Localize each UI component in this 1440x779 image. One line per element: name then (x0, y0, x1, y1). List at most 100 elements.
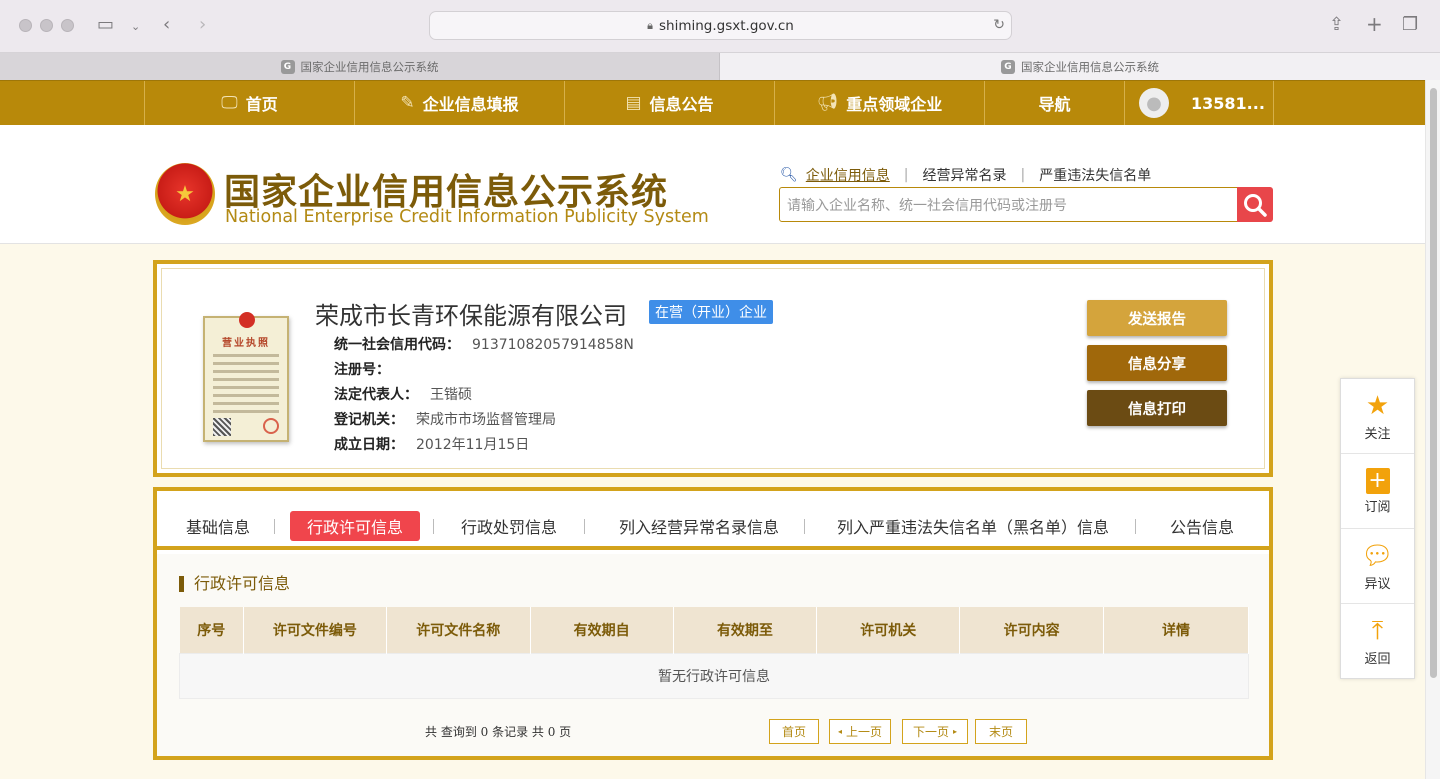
tab-basic-info[interactable]: 基础信息 (175, 511, 261, 541)
objection-button[interactable]: 💬︎ 异议 (1341, 529, 1414, 604)
search-input[interactable]: 请输入企业名称、统一社会信用代码或注册号 (779, 187, 1239, 222)
column-header: 有效期自 (530, 607, 674, 653)
back-icon[interactable]: ‹ (163, 14, 170, 35)
info-credit-code: 统一社会信用代码： 91371082057914858N (334, 337, 634, 353)
nav-label: 首页 (245, 95, 278, 114)
table-header-row: 序号 许可文件编号 许可文件名称 有效期自 有效期至 许可机关 许可内容 详情 (179, 607, 1249, 653)
column-header: 许可机关 (816, 607, 961, 653)
admin-license-section: 行政许可信息 序号 许可文件编号 许可文件名称 有效期自 有效期至 许可机关 许… (157, 554, 1269, 756)
browser-chrome: ▭ ⌄ ‹ › 🔒︎ shiming.gsxt.gov.cn ↻ ⇪ + ❐ G… (0, 0, 1440, 81)
tab-abnormal-list[interactable]: 列入经营异常名录信息 (611, 511, 787, 541)
chat-bubble-icon: 💬︎ (1360, 540, 1394, 571)
nav-label: 重点领域企业 (846, 95, 943, 114)
favicon-icon: G (280, 60, 295, 74)
business-license-image[interactable]: 营业执照 (203, 312, 289, 442)
close-window-button[interactable] (19, 19, 32, 32)
pager-prev-button[interactable]: ◂ 上一页 (829, 719, 891, 744)
share-icon[interactable]: ⇪ (1329, 14, 1344, 35)
nav-item-home[interactable]: 🖵︎ 首页 (144, 81, 354, 125)
sidebar-toggle-icon[interactable]: ▭ (97, 14, 114, 35)
column-header: 许可文件名称 (386, 607, 531, 653)
column-header: 许可文件编号 (243, 607, 387, 653)
scrollbar-thumb[interactable] (1430, 88, 1437, 678)
tab-admin-penalty[interactable]: 行政处罚信息 (453, 511, 565, 541)
column-header: 详情 (1103, 607, 1249, 653)
detail-panel: 基础信息 行政许可信息 行政处罚信息 列入经营异常名录信息 列入严重违法失信名单… (153, 487, 1273, 760)
browser-tab-label: 国家企业信用信息公示系统 (1021, 60, 1159, 74)
send-report-button[interactable]: 发送报告 (1087, 300, 1227, 336)
back-to-top-icon: ⤒ (1371, 616, 1384, 646)
follow-button[interactable]: ★ 关注 (1341, 379, 1414, 454)
nav-item-announcements[interactable]: ▤ 信息公告 (564, 81, 774, 125)
pager-next-button[interactable]: 下一页 ▸ (902, 719, 968, 744)
zoom-window-button[interactable] (61, 19, 74, 32)
nav-user[interactable]: ● 13581... (1124, 81, 1274, 125)
search-button[interactable] (1237, 187, 1273, 222)
favicon-icon: G (1001, 60, 1015, 74)
column-header: 许可内容 (959, 607, 1105, 653)
license-emblem-icon (239, 312, 255, 328)
nav-label: 导航 (1038, 95, 1071, 114)
minimize-window-button[interactable] (40, 19, 53, 32)
star-icon: ★ (1365, 390, 1390, 421)
tab-blacklist[interactable]: 列入严重违法失信名单（黑名单）信息 (833, 511, 1113, 541)
pager-first-button[interactable]: 首页 (769, 719, 819, 744)
monitor-icon: 🖵︎ (221, 93, 238, 113)
search-icon (1244, 193, 1267, 217)
pager-info: 共 查询到 0 条记录 共 0 页 (425, 725, 572, 739)
url-text: shiming.gsxt.gov.cn (658, 17, 794, 34)
nav-item-navigation[interactable]: 导航 (984, 81, 1124, 125)
print-info-button[interactable]: 信息打印 (1087, 390, 1227, 426)
site-header: ★ 国家企业信用信息公示系统 National Enterprise Credi… (0, 125, 1425, 244)
site-nav: 🖵︎ 首页 ✎ 企业信息填报 ▤ 信息公告 📢︎ 重点领域企业 导航 ● 135… (0, 80, 1425, 125)
search-link-abnormal-list[interactable]: 经营异常名录 (923, 165, 1007, 185)
nav-label: 企业信息填报 (422, 95, 519, 114)
reload-icon[interactable]: ↻ (993, 17, 1005, 33)
browser-tab-label: 国家企业信用信息公示系统 (300, 60, 439, 74)
lock-icon: 🔒︎ (647, 18, 653, 32)
new-tab-icon[interactable]: + (1366, 12, 1383, 36)
subscribe-plus-icon: + (1365, 467, 1390, 494)
page-scrollbar[interactable] (1425, 80, 1440, 779)
search-link-blacklist[interactable]: 严重违法失信名单 (1039, 165, 1151, 185)
back-to-top-button[interactable]: ⤒ 返回 (1341, 604, 1414, 679)
column-header: 有效期至 (673, 607, 818, 653)
chevron-left-icon: ◂ (837, 727, 842, 736)
section-title: 行政许可信息 (179, 576, 290, 592)
info-founded-date: 成立日期： 2012年11月15日 (334, 437, 530, 453)
site-title-en: National Enterprise Credit Information P… (225, 207, 709, 227)
info-legal-rep: 法定代表人： 王锴硕 (334, 387, 472, 403)
avatar: ● (1139, 88, 1169, 118)
company-card: 营业执照 荣成市长青环保能源有限公司 在营（开业）企业 统一社会信用代码： 913… (153, 260, 1273, 477)
tab-overview-icon[interactable]: ❐ (1402, 14, 1418, 35)
tab-admin-license[interactable]: 行政许可信息 (290, 511, 420, 541)
subscribe-button[interactable]: + 订阅 (1341, 454, 1414, 529)
pager-last-button[interactable]: 末页 (975, 719, 1027, 744)
nav-item-report[interactable]: ✎ 企业信息填报 (354, 81, 564, 125)
browser-tab-2[interactable]: G 国家企业信用信息公示系统 (720, 53, 1440, 81)
license-title: 营业执照 (222, 338, 270, 349)
search-type-links: 🔍︎ 企业信用信息 | 经营异常名录 | 严重违法失信名单 (780, 165, 1152, 185)
document-icon: ▤ (625, 93, 642, 113)
seal-icon (263, 418, 279, 434)
megaphone-icon: 📢︎ (816, 93, 839, 113)
pen-icon: ✎ (400, 93, 415, 113)
column-header: 序号 (179, 607, 244, 653)
tab-announcements[interactable]: 公告信息 (1157, 511, 1247, 541)
detail-tabs: 基础信息 行政许可信息 行政处罚信息 列入经营异常名录信息 列入严重违法失信名单… (157, 491, 1269, 550)
info-reg-number: 注册号： (334, 362, 390, 378)
nav-item-key-sectors[interactable]: 📢︎ 重点领域企业 (774, 81, 984, 125)
search-link-credit-info[interactable]: 企业信用信息 (806, 165, 890, 185)
chevron-right-icon: ▸ (953, 727, 958, 736)
national-emblem-icon: ★ (155, 163, 215, 225)
address-bar[interactable]: 🔒︎ shiming.gsxt.gov.cn ↻ (429, 11, 1012, 40)
license-table: 序号 许可文件编号 许可文件名称 有效期自 有效期至 许可机关 许可内容 详情 … (179, 607, 1249, 699)
status-badge: 在营（开业）企业 (649, 300, 773, 324)
chevron-down-icon[interactable]: ⌄ (131, 20, 140, 33)
forward-icon[interactable]: › (199, 14, 206, 35)
browser-tab-1[interactable]: G 国家企业信用信息公示系统 (0, 53, 720, 81)
share-info-button[interactable]: 信息分享 (1087, 345, 1227, 381)
window-controls[interactable] (19, 19, 74, 32)
info-reg-authority: 登记机关： 荣成市市场监督管理局 (334, 412, 556, 428)
nav-label: 信息公告 (649, 95, 714, 114)
